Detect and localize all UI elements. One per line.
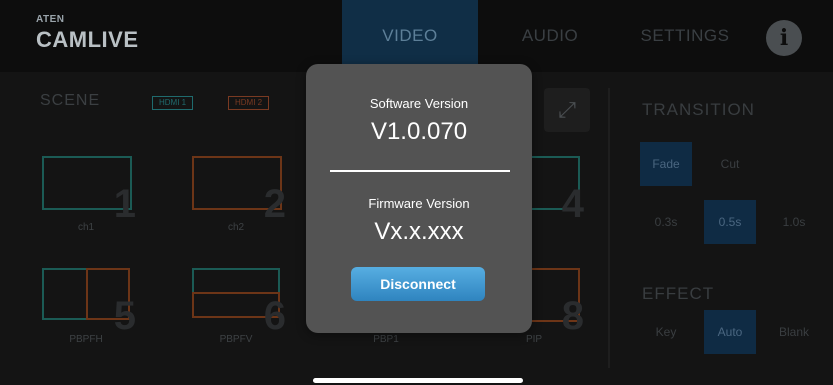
scene-title: SCENE xyxy=(40,92,101,109)
scene-number: 2 xyxy=(263,182,286,226)
scene-number: 4 xyxy=(561,182,584,226)
tab-audio[interactable]: AUDIO xyxy=(508,0,592,72)
home-indicator[interactable] xyxy=(313,378,523,383)
scene-number: 5 xyxy=(113,294,136,338)
brand-name: CAMLIVE xyxy=(36,27,139,52)
duration-0-3s-button[interactable]: 0.3s xyxy=(640,200,692,244)
duration-1-0s-button[interactable]: 1.0s xyxy=(768,200,820,244)
version-dialog: Software Version V1.0.070 Firmware Versi… xyxy=(306,64,532,333)
scene-label: ch1 xyxy=(77,222,95,233)
scene-label: PIP xyxy=(525,334,543,345)
duration-0-5s-button[interactable]: 0.5s xyxy=(704,200,756,244)
transition-fade-button[interactable]: Fade xyxy=(640,142,692,186)
scene-label: ch2 xyxy=(227,222,245,233)
thumb-top-pane xyxy=(192,268,280,294)
scene-number: 1 xyxy=(113,182,136,226)
effect-title: EFFECT xyxy=(642,284,715,303)
dialog-divider xyxy=(330,170,510,172)
scene-label: PBPFV xyxy=(219,334,253,345)
panel-divider xyxy=(608,88,610,368)
scene-label: PBP1 xyxy=(373,334,399,345)
top-bar: ATEN CAMLIVE VIDEO AUDIO SETTINGS i xyxy=(0,0,833,72)
scene-number: 6 xyxy=(263,294,286,338)
firmware-version-value: Vx.x.xxx xyxy=(374,218,464,245)
firmware-version-label: Firmware Version xyxy=(368,196,470,211)
camlive-app: ATEN CAMLIVE VIDEO AUDIO SETTINGS i SCEN… xyxy=(0,0,833,385)
expand-icon[interactable]: ⤢ xyxy=(544,88,590,132)
brand-maker: ATEN xyxy=(36,14,65,25)
scene-number: 8 xyxy=(561,294,584,338)
tab-video[interactable]: VIDEO xyxy=(342,0,478,72)
effect-blank-button[interactable]: Blank xyxy=(768,310,820,354)
hdmi2-badge: HDMI 2 xyxy=(228,96,270,110)
transition-cut-button[interactable]: Cut xyxy=(704,142,756,186)
software-version-value: V1.0.070 xyxy=(370,118,468,145)
scene-cell-5[interactable]: 5 PBPFH xyxy=(42,268,136,350)
scene-label: PBPFH xyxy=(69,334,103,345)
info-icon[interactable]: i xyxy=(766,20,802,56)
effect-auto-button[interactable]: Auto xyxy=(704,310,756,354)
scene-cell-1[interactable]: 1 ch1 xyxy=(42,156,136,238)
scene-cell-6[interactable]: 6 PBPFV xyxy=(192,268,286,350)
tab-settings[interactable]: SETTINGS xyxy=(630,0,740,72)
software-version-label: Software Version xyxy=(369,96,469,111)
disconnect-button[interactable]: Disconnect xyxy=(351,267,485,301)
effect-key-button[interactable]: Key xyxy=(640,310,692,354)
thumb-left-pane xyxy=(42,268,88,320)
scene-cell-2[interactable]: 2 ch2 xyxy=(192,156,286,238)
transition-title: TRANSITION xyxy=(642,100,755,119)
hdmi1-badge: HDMI 1 xyxy=(152,96,194,110)
